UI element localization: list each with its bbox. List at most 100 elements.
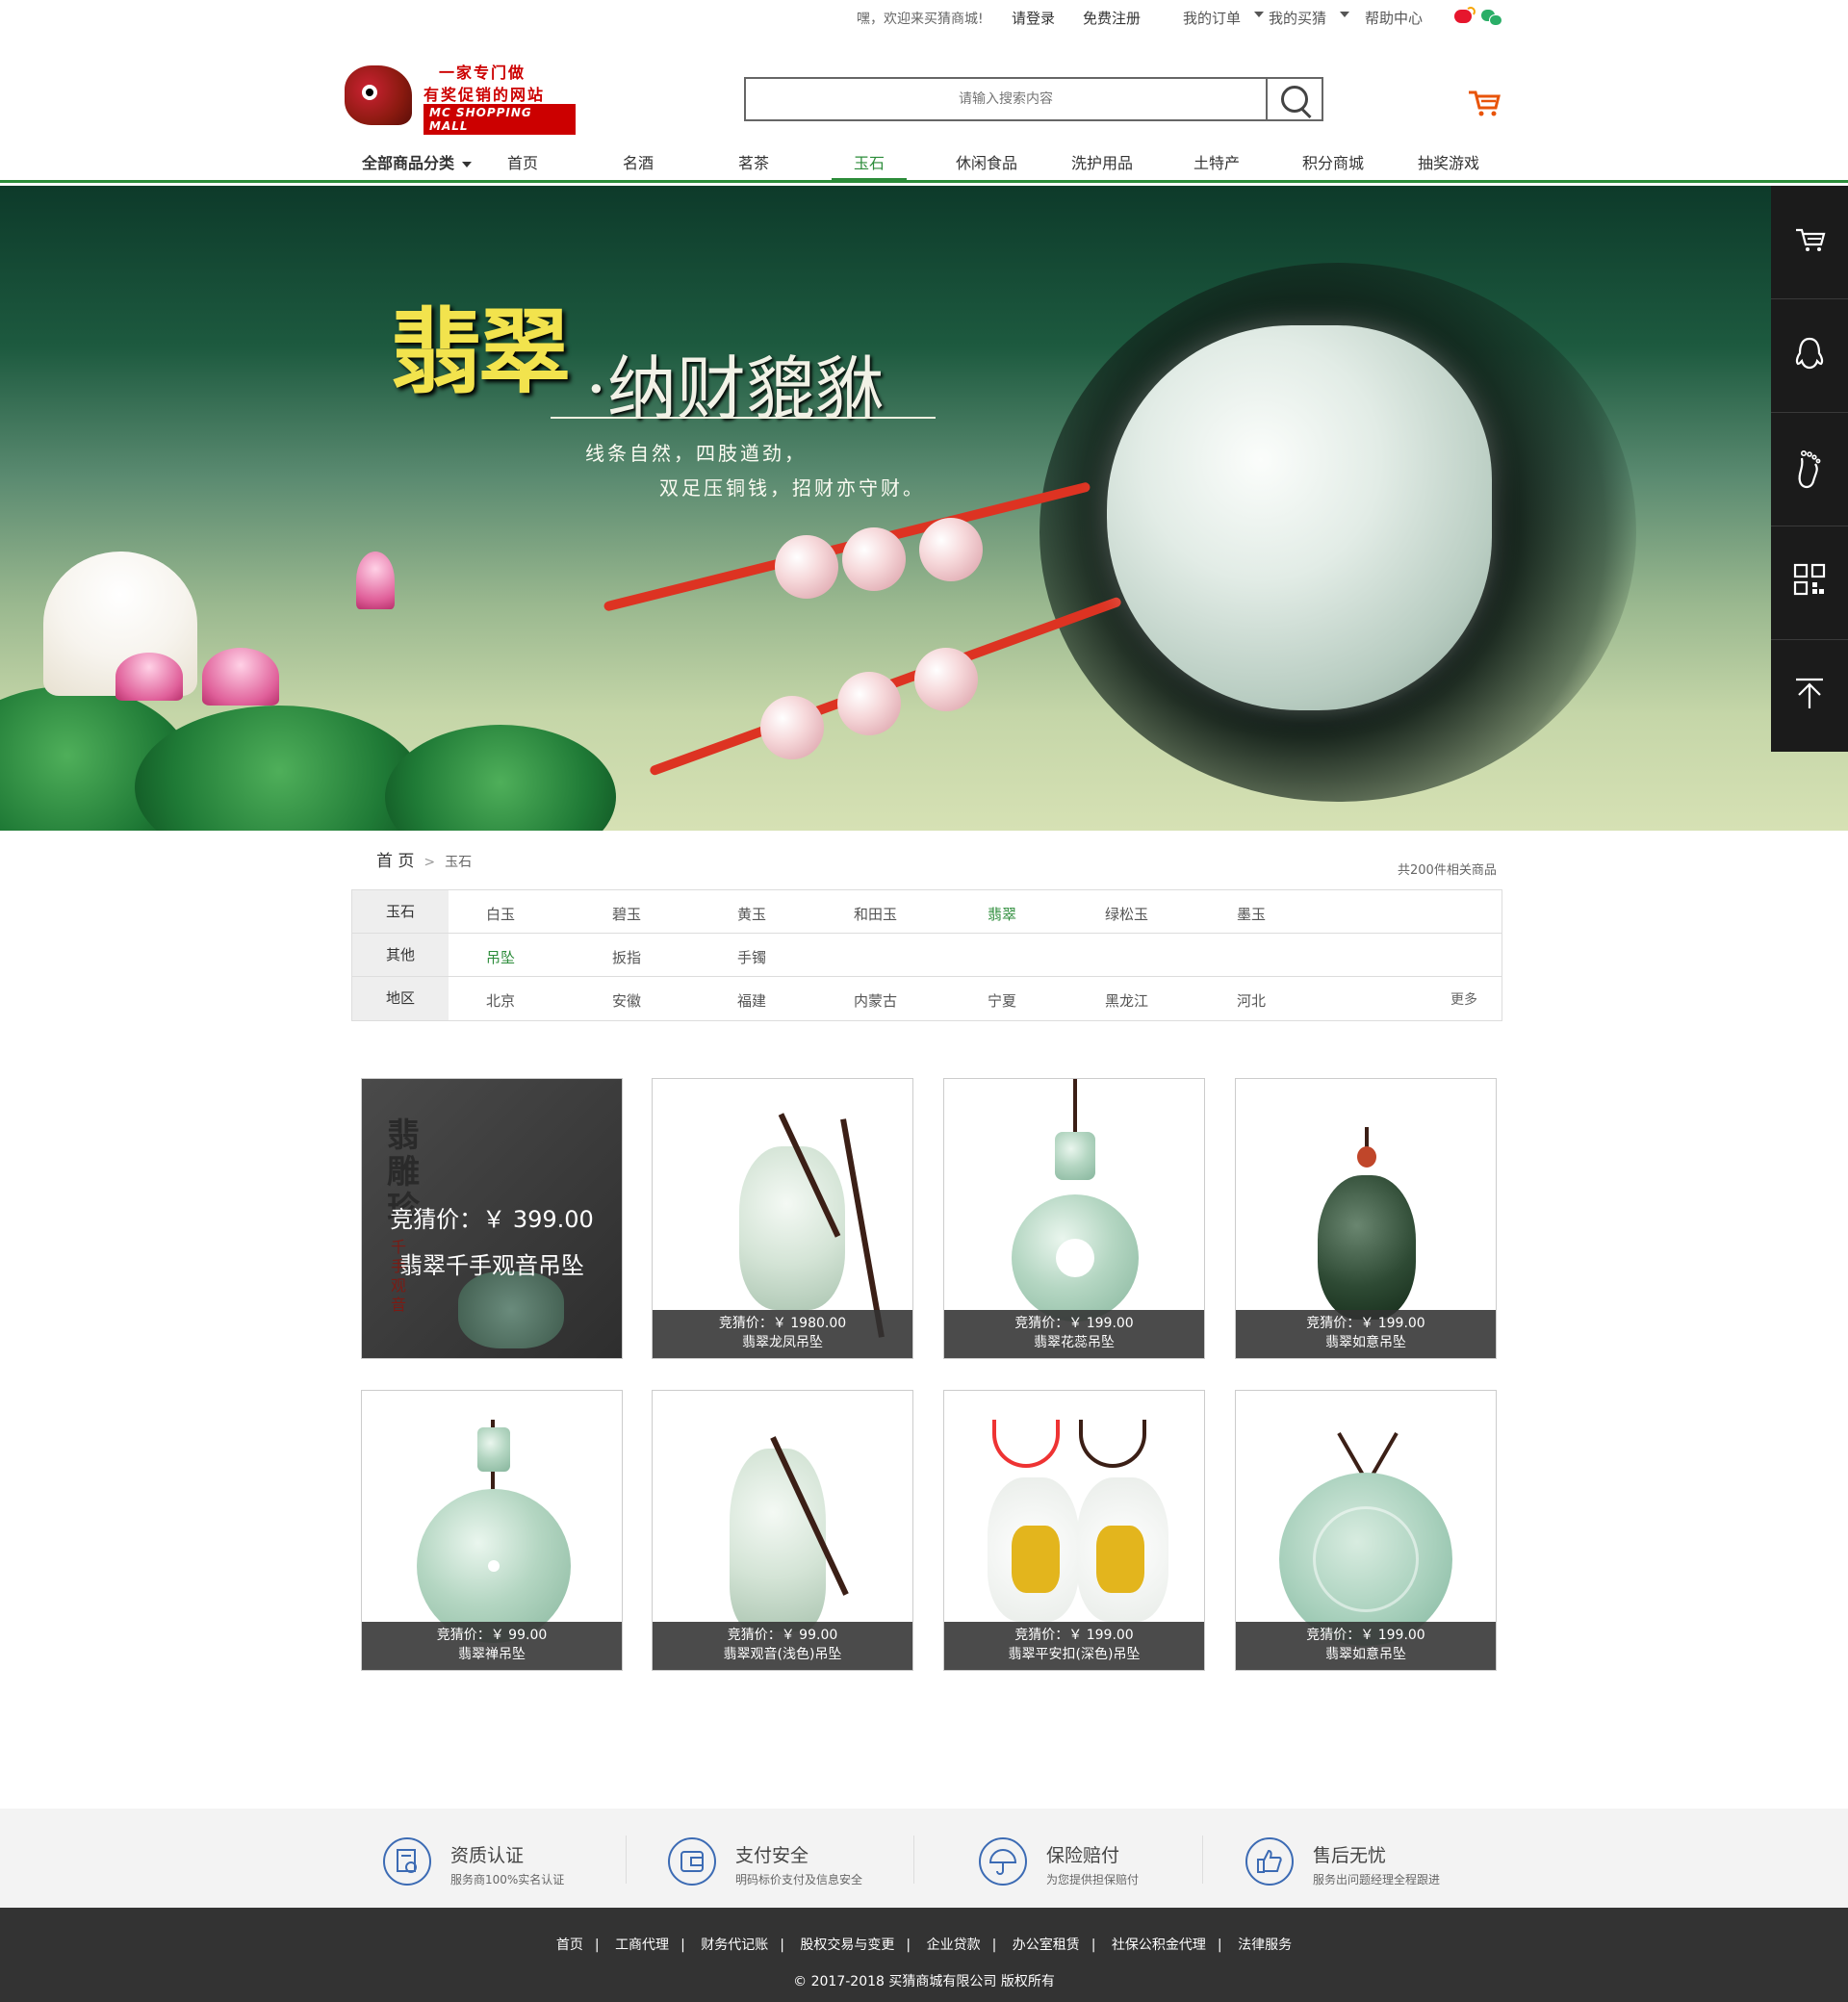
filter-label: 其他	[352, 934, 449, 976]
filter-option[interactable]: 福建	[737, 990, 766, 1011]
filter-option[interactable]: 黑龙江	[1105, 990, 1148, 1011]
footer: 首页 | 工商代理 | 财务代记账 | 股权交易与变更 | 企业贷款 | 办公室租赁 | 社…	[0, 1908, 1848, 2002]
toolbar-back-to-top-button[interactable]	[1771, 640, 1848, 754]
search-button[interactable]	[1266, 79, 1322, 119]
my-bids-link[interactable]: 我的买猜	[1269, 8, 1326, 28]
amber-bead	[1357, 1146, 1376, 1168]
nav-item-snacks[interactable]: 休闲食品	[956, 150, 1017, 173]
toolbar-qrcode-button[interactable]	[1771, 526, 1848, 640]
jade-pixiu-pendant	[1107, 325, 1492, 710]
nav-item-lottery-games[interactable]: 抽奖游戏	[1418, 150, 1479, 173]
footer-link[interactable]: 财务代记账	[701, 1938, 768, 1953]
product-info: 竞猜价：￥ 99.00 翡翠观音(浅色)吊坠	[653, 1622, 912, 1670]
site-logo[interactable]: 一家专门做 有奖促销的网站 MC SHOPPING MALL	[345, 58, 576, 135]
toolbar-footprint-button[interactable]	[1771, 413, 1848, 526]
nav-item-points-mall[interactable]: 积分商城	[1302, 150, 1364, 173]
login-link[interactable]: 请登录	[1012, 8, 1055, 28]
filter-option[interactable]: 白玉	[486, 904, 515, 924]
breadcrumb-home[interactable]: 首 页	[376, 852, 414, 871]
filter-option[interactable]: 扳指	[612, 947, 641, 967]
product-price: 竞猜价：￥ 199.00	[1306, 1628, 1425, 1643]
filter-option[interactable]: 宁夏	[988, 990, 1016, 1011]
banner-subtitle-1: 线条自然，四肢遒劲，	[585, 442, 807, 465]
product-card[interactable]: 竞猜价：￥ 1980.00 翡翠龙凤吊坠	[652, 1078, 913, 1359]
product-name: 翡翠禅吊坠	[458, 1647, 526, 1662]
orders-chevron-down-icon[interactable]	[1254, 12, 1264, 17]
footer-separator: |	[594, 1938, 600, 1953]
filter-option-selected[interactable]: 吊坠	[486, 947, 515, 967]
footer-link[interactable]: 股权交易与变更	[800, 1938, 894, 1953]
promise-title: 资质认证	[450, 1845, 525, 1866]
register-link[interactable]: 免费注册	[1083, 8, 1141, 28]
filter-option[interactable]: 手镯	[737, 947, 766, 967]
filter-option-selected[interactable]: 翡翠	[988, 904, 1016, 924]
filter-option[interactable]: 黄玉	[737, 904, 766, 924]
product-price: 竞猜价：￥ 99.00	[727, 1628, 838, 1643]
product-price: 竞猜价：￥ 199.00	[1014, 1628, 1134, 1643]
filter-more-link[interactable]: 更多	[1450, 989, 1477, 1009]
nav-item-toiletries[interactable]: 洗护用品	[1071, 150, 1133, 173]
divider	[1202, 1835, 1203, 1884]
pink-bead	[914, 648, 978, 711]
product-name: 翡翠龙凤吊坠	[742, 1335, 823, 1350]
footer-link[interactable]: 办公室租赁	[1013, 1938, 1080, 1953]
product-card[interactable]: 竞猜价：￥ 99.00 翡翠观音(浅色)吊坠	[652, 1390, 913, 1671]
divider	[913, 1835, 914, 1884]
mybid-chevron-down-icon[interactable]	[1340, 12, 1349, 17]
filter-label: 地区	[352, 977, 449, 1020]
product-name: 翡翠如意吊坠	[1325, 1335, 1406, 1350]
filter-option[interactable]: 墨玉	[1237, 904, 1266, 924]
footer-link[interactable]: 社保公积金代理	[1112, 1938, 1206, 1953]
nav-item-home[interactable]: 首页	[507, 150, 538, 173]
nav-item-local-specialties[interactable]: 土特产	[1194, 150, 1240, 173]
wechat-icon[interactable]	[1481, 10, 1502, 26]
footer-link[interactable]: 法律服务	[1238, 1938, 1292, 1953]
all-categories-menu[interactable]: 全部商品分类	[362, 150, 473, 173]
filter-label: 玉石	[352, 890, 449, 933]
product-card[interactable]: 竞猜价：￥ 99.00 翡翠禅吊坠	[361, 1390, 623, 1671]
filter-option[interactable]: 和田玉	[854, 904, 897, 924]
thumbs-up-icon	[1245, 1837, 1294, 1886]
toolbar-qq-button[interactable]	[1771, 299, 1848, 413]
promise-desc: 服务商100%实名认证	[450, 1873, 565, 1886]
footer-link[interactable]: 工商代理	[615, 1938, 669, 1953]
search-input[interactable]	[746, 79, 1266, 119]
service-promise-strip: 资质认证 服务商100%实名认证 支付安全 明码标价支付及信息安全 保险赔付 为…	[0, 1809, 1848, 1908]
cart-icon[interactable]	[1467, 89, 1502, 117]
product-price: 竞猜价：￥ 1980.00	[718, 1316, 847, 1331]
pink-bead	[760, 696, 824, 759]
weibo-icon[interactable]	[1454, 7, 1476, 23]
filter-row-jade-type: 玉石 白玉 碧玉 黄玉 和田玉 翡翠 绿松玉 墨玉	[352, 890, 1502, 934]
product-card[interactable]: 竞猜价：￥ 199.00 翡翠花蕊吊坠	[943, 1078, 1205, 1359]
lotus-leaf	[385, 725, 616, 831]
filter-option[interactable]: 河北	[1237, 990, 1266, 1011]
footer-link[interactable]: 企业贷款	[927, 1938, 981, 1953]
filter-option[interactable]: 碧玉	[612, 904, 641, 924]
product-card[interactable]: 竞猜价：￥ 199.00 翡翠平安扣(深色)吊坠	[943, 1390, 1205, 1671]
filter-option[interactable]: 绿松玉	[1105, 904, 1148, 924]
hero-banner[interactable]: 翡翠 ·纳财貔貅 线条自然，四肢遒劲， 双足压铜钱，招财亦守财。	[0, 186, 1848, 831]
my-orders-link[interactable]: 我的订单	[1183, 8, 1241, 28]
nav-item-jade[interactable]: 玉石	[854, 150, 885, 173]
disc-carving	[1313, 1506, 1419, 1612]
nav-item-wine[interactable]: 名酒	[623, 150, 654, 173]
filter-option[interactable]: 内蒙古	[854, 990, 897, 1011]
welcome-text: 嘿，欢迎来买猜商城!	[857, 12, 984, 27]
pink-bead	[919, 518, 983, 581]
footer-separator: |	[780, 1938, 784, 1953]
promise-title: 售后无忧	[1313, 1845, 1387, 1866]
toolbar-cart-button[interactable]	[1771, 186, 1848, 299]
filter-option[interactable]: 北京	[486, 990, 515, 1011]
product-card[interactable]: 竞猜价：￥ 199.00 翡翠如意吊坠	[1235, 1078, 1497, 1359]
dark-jade-figure	[1318, 1175, 1416, 1320]
product-info: 竞猜价：￥ 199.00 翡翠如意吊坠	[1236, 1310, 1496, 1358]
product-name: 翡翠观音(浅色)吊坠	[723, 1647, 842, 1662]
product-card[interactable]: 翡雕珍 千手观音 竞猜价：￥ 399.00 翡翠千手观音吊坠	[361, 1078, 623, 1359]
filter-option[interactable]: 安徽	[612, 990, 641, 1011]
help-center-link[interactable]: 帮助中心	[1365, 8, 1423, 28]
nav-item-tea[interactable]: 茗茶	[738, 150, 769, 173]
promise-desc: 服务出问题经理全程跟进	[1313, 1873, 1441, 1886]
footer-link[interactable]: 首页	[556, 1938, 583, 1953]
product-card[interactable]: 竞猜价：￥ 199.00 翡翠如意吊坠	[1235, 1390, 1497, 1671]
filter-row-region: 地区 北京 安徽 福建 内蒙古 宁夏 黑龙江 河北 更多	[352, 977, 1502, 1020]
